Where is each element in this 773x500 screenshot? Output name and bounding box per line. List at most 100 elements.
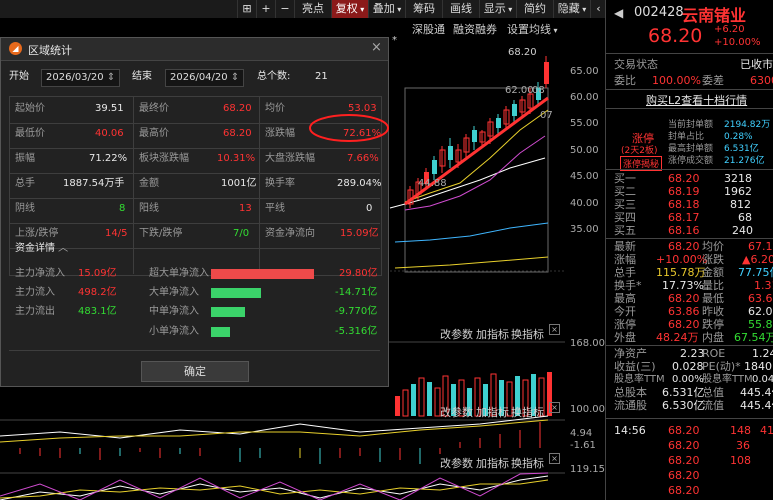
detail-value: 68.20 — [668, 292, 700, 305]
dialog-titlebar[interactable]: ◢ 区域统计 × — [1, 38, 388, 61]
stat-label: 振幅 — [15, 153, 35, 164]
detail-label: 股息率TTM — [702, 374, 753, 385]
y-tick: 65.00 — [570, 66, 599, 77]
highlight-button[interactable]: 亮点 — [294, 0, 331, 18]
webi-value: 100.00% — [652, 74, 701, 87]
tick-volume: 36 — [736, 439, 750, 452]
detail-value: 1840.8 — [744, 360, 773, 373]
close-icon[interactable]: × — [549, 324, 560, 335]
high-price-label: 68.20 — [508, 47, 537, 58]
detail-label: 昨收 — [702, 305, 724, 318]
close-icon[interactable]: × — [549, 402, 560, 413]
y-tick: 60.00 — [570, 92, 599, 103]
detail-label: 涨停 — [614, 318, 636, 331]
stat-label: 金额 — [139, 178, 159, 189]
detail-value: 63.86 — [668, 305, 700, 318]
tick-price: 68.20 — [668, 454, 700, 467]
count-value: 21 — [315, 71, 328, 82]
macd-add-indicator[interactable]: 加指标 — [476, 404, 509, 420]
confirm-button[interactable]: 确定 — [141, 361, 249, 382]
display-button[interactable]: 显示 ▾ — [479, 0, 516, 18]
align-icon[interactable]: ⊞ — [237, 0, 256, 18]
stat-label: 最低价 — [15, 128, 45, 139]
fund-value: 15.09亿 — [78, 268, 117, 279]
chips-button[interactable]: 筹码 — [405, 0, 442, 18]
zoom-out-icon[interactable]: − — [275, 0, 294, 18]
macd-tick: -1.61 — [570, 440, 596, 451]
chevron-left-icon[interactable]: ‹ — [590, 0, 606, 18]
wecha-value: 6300 — [750, 74, 773, 87]
detail-value: 67.15 — [748, 240, 773, 253]
detail-label: 最新 — [614, 240, 636, 253]
order-price: 68.19 — [668, 185, 700, 198]
tick-price: 68.20 — [668, 439, 700, 452]
detail-value: 445.4亿 — [740, 399, 773, 412]
macd-switch-indicator[interactable]: 换指标 — [511, 404, 544, 420]
range-stats-dialog: ◢ 区域统计 × 开始 2026/03/20 ⇕ 结束 2026/04/20 ⇕… — [0, 37, 389, 387]
kdj-switch-indicator[interactable]: 换指标 — [511, 455, 544, 471]
stat-value: 8 — [119, 203, 126, 214]
chevron-up-icon: ︿ — [55, 243, 69, 254]
y-tick: 40.00 — [570, 198, 599, 209]
app-logo-icon: ◢ — [9, 42, 22, 55]
start-date-input[interactable]: 2026/03/20 ⇕ — [41, 69, 121, 87]
l2-purchase-link[interactable]: 购买L2查看十档行情 — [646, 92, 747, 108]
y-tick: 45.00 — [570, 171, 599, 182]
fund-value: 29.80亿 — [339, 268, 378, 279]
fund-bar-medium — [211, 307, 245, 317]
macd-edit-params[interactable]: 改参数 — [440, 404, 473, 420]
volume-add-indicator[interactable]: 加指标 — [476, 326, 509, 342]
detail-label: 收益(三) — [614, 360, 656, 373]
start-date-value: 2026/03/20 — [46, 72, 104, 83]
detail-label: 涨跌 — [702, 253, 724, 266]
chevron-left-icon[interactable]: ◀ — [614, 6, 623, 20]
tick-price: 68.20 — [668, 469, 700, 482]
tick-time: 14:56 — [614, 424, 646, 437]
fund-label: 主力流出 — [15, 306, 55, 317]
end-date-value: 2026/04/20 — [170, 72, 228, 83]
kdj-edit-params[interactable]: 改参数 — [440, 455, 473, 471]
detail-label: 净资产 — [614, 347, 647, 360]
volume-edit-params[interactable]: 改参数 — [440, 326, 473, 342]
detail-label: 内盘 — [702, 331, 724, 344]
volume-tick: 168.00 — [570, 338, 605, 349]
macd-tick: 4.94 — [570, 428, 593, 439]
detail-label: 总股本 — [614, 386, 647, 399]
fund-value: -9.770亿 — [335, 306, 378, 317]
end-date-input[interactable]: 2026/04/20 ⇕ — [165, 69, 245, 87]
adjust-button[interactable]: 复权 ▾ — [331, 0, 368, 18]
highlight-circle — [309, 114, 389, 142]
detail-label: 涨幅 — [614, 253, 636, 266]
macd-dea-line — [0, 419, 549, 443]
hide-button[interactable]: 隐藏 ▾ — [553, 0, 590, 18]
toolbar-label: 隐藏 — [557, 2, 580, 15]
fund-details-header[interactable]: 资金详情 ︿ — [15, 240, 68, 258]
detail-label: 换手* — [614, 279, 642, 292]
stat-label: 均价 — [265, 103, 285, 114]
start-label: 开始 — [9, 71, 29, 82]
fund-value: 498.2亿 — [78, 287, 117, 298]
zoom-in-icon[interactable]: + — [256, 0, 275, 18]
stat-value: 7.66% — [347, 153, 379, 164]
overlay-button[interactable]: 叠加 ▾ — [368, 0, 405, 18]
kdj-add-indicator[interactable]: 加指标 — [476, 455, 509, 471]
seal-value: 21.276亿 — [724, 156, 765, 166]
kdj-k-line — [0, 475, 549, 500]
stat-value: 68.20 — [223, 128, 252, 139]
simple-button[interactable]: 简约 — [516, 0, 553, 18]
volume-switch-indicator[interactable]: 换指标 — [511, 326, 544, 342]
stat-value: 1001亿 — [221, 178, 257, 189]
detail-value: 0.028 — [672, 360, 704, 373]
toolbar-label: 画线 — [450, 2, 472, 15]
detail-value: 1.31 — [754, 279, 773, 292]
limit-up-days: (2天2板) — [621, 146, 658, 156]
draw-line-button[interactable]: 画线 — [442, 0, 479, 18]
quote-panel: ◀ 002428 云南锗业 68.20 +6.20 +10.00% 交易状态 已收… — [605, 0, 773, 500]
close-icon[interactable]: × — [549, 453, 560, 464]
detail-value: 55.80 — [748, 318, 773, 331]
close-icon[interactable]: × — [371, 40, 382, 55]
detail-value: 0.00% — [672, 374, 704, 385]
tick-price: 68.20 — [668, 484, 700, 497]
detail-label: 金额 — [702, 266, 724, 279]
toolbar-label: 简约 — [524, 2, 546, 15]
